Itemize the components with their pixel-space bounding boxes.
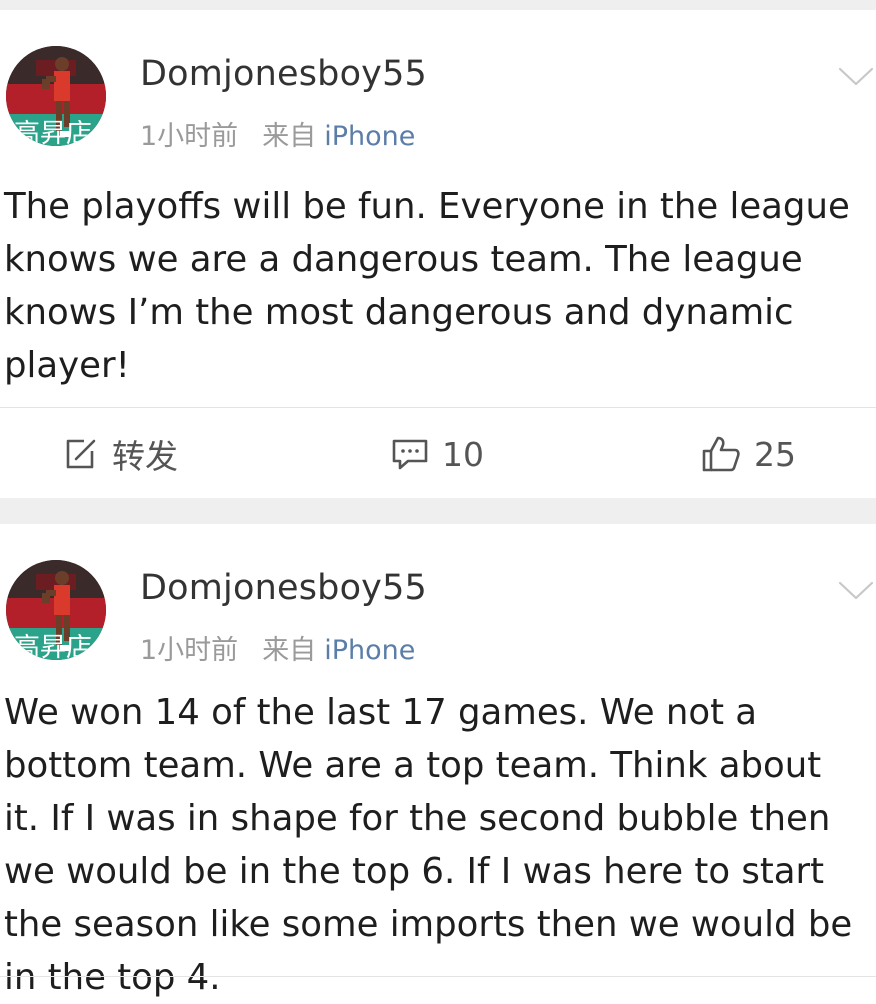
avatar[interactable]: 高昇店 <box>6 46 106 146</box>
post-text: We won 14 of the last 17 games. We not a… <box>4 692 853 998</box>
device-link[interactable]: iPhone <box>324 121 415 152</box>
post-text: The playoffs will be fun. Everyone in th… <box>4 186 850 386</box>
repost-label: 转发 <box>112 437 178 476</box>
avatar-image: 高昇店 <box>6 46 106 146</box>
top-gap <box>0 0 876 10</box>
post-card: 高昇店 Domjonesboy55 1小时前 来自 iPhone The playo… <box>0 10 876 498</box>
username[interactable]: Domjonesboy55 <box>140 568 427 608</box>
post-card: 高昇店 Domjonesboy55 1小时前 来自 iPhone We won 14… <box>0 524 876 1004</box>
comment-count: 10 <box>442 434 484 474</box>
comment-button[interactable]: 10 <box>390 428 484 480</box>
device-link[interactable]: iPhone <box>324 635 415 666</box>
avatar-image: 高昇店 <box>6 560 106 660</box>
post-meta: 1小时前 来自 iPhone <box>140 114 415 153</box>
compose-share-icon <box>66 439 96 469</box>
like-button[interactable]: 25 <box>700 428 796 480</box>
comment-bubble-icon <box>392 439 428 470</box>
post-time: 1小时前 <box>140 635 239 666</box>
action-bar: 转发 10 25 <box>0 428 876 480</box>
divider <box>0 407 876 408</box>
divider <box>0 976 876 977</box>
source-prefix: 来自 <box>262 121 317 152</box>
post-meta: 1小时前 来自 iPhone <box>140 628 415 667</box>
avatar[interactable]: 高昇店 <box>6 560 106 660</box>
chevron-down-icon[interactable] <box>838 66 874 88</box>
username[interactable]: Domjonesboy55 <box>140 54 427 94</box>
svg-text:高昇店: 高昇店 <box>14 633 92 660</box>
chevron-down-icon[interactable] <box>838 580 874 602</box>
repost-button[interactable]: 转发 <box>62 428 178 480</box>
thumbs-up-icon <box>702 436 740 472</box>
source-prefix: 来自 <box>262 635 317 666</box>
svg-text:高昇店: 高昇店 <box>14 119 92 146</box>
like-count: 25 <box>754 434 796 474</box>
post-time: 1小时前 <box>140 121 239 152</box>
